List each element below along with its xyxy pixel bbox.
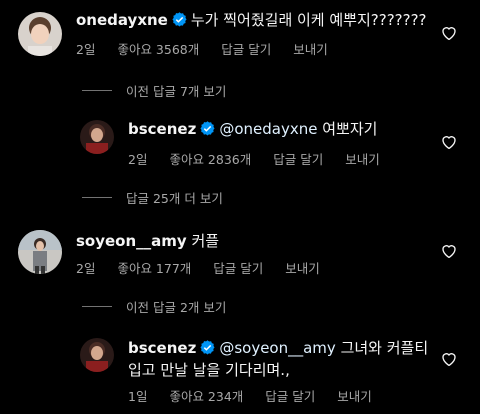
comment-bscenez-reply: bscenez @onedayxne 여뽀자기 2일 좋아요 2836개 답글 달기 보… — [0, 108, 480, 178]
username[interactable]: bscenez — [128, 120, 196, 138]
send-button[interactable]: 보내기 — [285, 261, 320, 276]
view-previous-replies[interactable]: 이전 답글 2개 보기 — [82, 297, 226, 316]
reply-button[interactable]: 답글 달기 — [213, 261, 263, 276]
reply-button[interactable]: 답글 달기 — [273, 152, 323, 167]
like-count[interactable]: 좋아요 177개 — [117, 261, 191, 276]
send-button[interactable]: 보내기 — [293, 42, 328, 57]
view-more-replies[interactable]: 답글 25개 더 보기 — [82, 188, 223, 207]
heart-icon[interactable] — [440, 350, 458, 368]
comment-text: 그녀와 커플티 — [340, 339, 429, 357]
comment-text: 여뽀자기 — [322, 120, 378, 138]
avatar[interactable] — [80, 120, 114, 154]
divider — [82, 306, 112, 307]
comment-onedayxne: onedayxne 누가 찍어줬길래 이케 예뿌지??????? 2일 좋아요 35… — [0, 0, 480, 70]
like-count[interactable]: 좋아요 3568개 — [117, 42, 199, 57]
username[interactable]: bscenez — [128, 339, 196, 357]
comment-text: 커플 — [191, 232, 220, 250]
mention-link[interactable]: @soyeon__amy — [219, 339, 335, 357]
avatar[interactable] — [18, 230, 62, 274]
divider — [82, 197, 112, 198]
reply-button[interactable]: 답글 달기 — [265, 389, 315, 404]
timestamp: 2일 — [128, 152, 148, 167]
timestamp: 2일 — [76, 42, 96, 57]
heart-icon[interactable] — [440, 242, 458, 260]
send-button[interactable]: 보내기 — [337, 389, 372, 404]
comment-text: 누가 찍어줬길래 이케 예뿌지??????? — [190, 11, 427, 29]
avatar[interactable] — [80, 338, 114, 372]
timestamp: 1일 — [128, 389, 148, 404]
mention-link[interactable]: @onedayxne — [219, 120, 317, 138]
username[interactable]: soyeon__amy — [76, 232, 187, 250]
heart-icon[interactable] — [440, 24, 458, 42]
verified-badge-icon — [172, 12, 187, 27]
timestamp: 2일 — [76, 261, 96, 276]
verified-badge-icon — [200, 121, 215, 136]
like-count[interactable]: 좋아요 2836개 — [169, 152, 251, 167]
avatar[interactable] — [18, 12, 62, 56]
comment-soyeon-amy: soyeon__amy 커플 2일 좋아요 177개 답글 달기 보내기 — [0, 220, 480, 290]
comment-bscenez-reply-2: bscenez @soyeon__amy 그녀와 커플티 입고 만날 날을 기다리… — [0, 328, 480, 414]
reply-button[interactable]: 답글 달기 — [221, 42, 271, 57]
like-count[interactable]: 좋아요 234개 — [169, 389, 243, 404]
heart-icon[interactable] — [440, 133, 458, 151]
divider — [82, 90, 112, 91]
view-previous-replies[interactable]: 이전 답글 7개 보기 — [82, 81, 226, 100]
username[interactable]: onedayxne — [76, 11, 168, 29]
verified-badge-icon — [200, 340, 215, 355]
comment-text-line-2: 입고 만날 날을 기다리며., — [128, 361, 290, 379]
send-button[interactable]: 보내기 — [345, 152, 380, 167]
